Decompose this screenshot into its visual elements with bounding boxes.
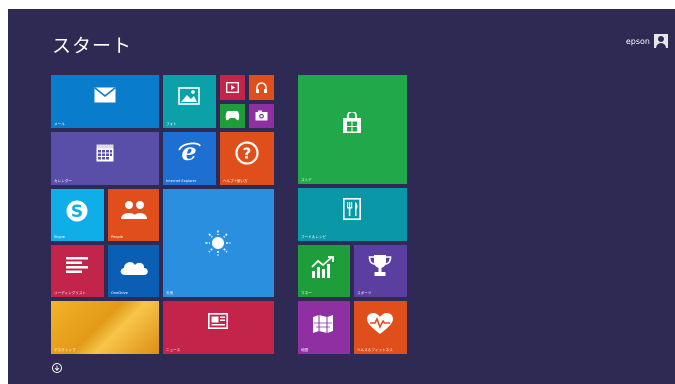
tile-photos[interactable]: フォト bbox=[163, 75, 216, 128]
tile-label: 天気 bbox=[166, 291, 174, 295]
tile-onedrive[interactable]: OneDrive bbox=[108, 245, 159, 297]
tile-label: フード＆レシピ bbox=[301, 235, 327, 239]
start-screen: スタート epson メール フォト カレンダー e Internet Expl… bbox=[8, 9, 675, 384]
tile-desktop[interactable]: デスクトップ bbox=[51, 301, 159, 354]
skype-icon: S bbox=[65, 199, 89, 223]
tile-label: フォト bbox=[166, 122, 177, 126]
tile-label: マネー bbox=[301, 291, 312, 295]
tile-internet-explorer[interactable]: e Internet Explorer bbox=[163, 132, 216, 185]
people-icon bbox=[120, 200, 148, 220]
tile-maps[interactable]: 地図 bbox=[298, 301, 350, 354]
tile-label: カレンダー bbox=[54, 179, 72, 183]
tile-games[interactable] bbox=[220, 104, 245, 128]
food-icon bbox=[343, 198, 361, 220]
svg-text:S: S bbox=[71, 202, 83, 222]
map-icon bbox=[312, 314, 334, 334]
tile-label: ストア bbox=[301, 178, 312, 182]
camera-icon bbox=[255, 110, 268, 121]
tile-finance[interactable]: マネー bbox=[298, 245, 350, 297]
tile-reading-list[interactable]: リーディングリスト bbox=[51, 245, 104, 297]
store-icon bbox=[342, 112, 362, 134]
tile-label: People bbox=[111, 235, 123, 239]
cloud-icon bbox=[119, 258, 149, 276]
tile-news[interactable]: ニュース bbox=[163, 301, 274, 354]
tile-video[interactable] bbox=[220, 75, 245, 100]
tile-label: メール bbox=[54, 122, 65, 126]
tile-health[interactable]: ヘルス＆フィットネス bbox=[354, 301, 407, 354]
tile-label: Skype bbox=[54, 235, 65, 239]
mail-icon bbox=[94, 87, 116, 103]
tile-label: ヘルプ+使い方 bbox=[223, 179, 248, 183]
tile-label: OneDrive bbox=[111, 291, 128, 295]
tile-label: デスクトップ bbox=[54, 348, 76, 352]
tile-help[interactable]: ? ヘルプ+使い方 bbox=[220, 132, 274, 185]
avatar-icon bbox=[654, 34, 668, 48]
video-icon bbox=[226, 82, 239, 93]
svg-text:?: ? bbox=[243, 145, 252, 163]
tile-sports[interactable]: スポーツ bbox=[354, 245, 407, 297]
tile-weather[interactable]: 天気 bbox=[163, 189, 274, 297]
reading-list-icon bbox=[66, 257, 88, 274]
trophy-icon bbox=[368, 254, 392, 278]
help-icon: ? bbox=[235, 141, 259, 165]
user-account[interactable]: epson bbox=[626, 33, 668, 49]
tile-label: リーディングリスト bbox=[54, 291, 87, 295]
tile-label: 地図 bbox=[301, 348, 309, 352]
heart-icon bbox=[367, 313, 393, 335]
gamepad-icon bbox=[225, 110, 240, 121]
tile-label: Internet Explorer bbox=[166, 179, 197, 183]
headphones-icon bbox=[255, 81, 268, 94]
user-name: epson bbox=[625, 36, 650, 46]
tile-calendar[interactable]: カレンダー bbox=[51, 132, 159, 185]
tile-label: ニュース bbox=[166, 348, 181, 352]
finance-icon bbox=[311, 256, 335, 278]
sun-icon bbox=[205, 230, 231, 256]
tile-store[interactable]: ストア bbox=[298, 75, 407, 184]
tile-skype[interactable]: S Skype bbox=[51, 189, 104, 241]
tile-people[interactable]: People bbox=[108, 189, 159, 241]
page-title: スタート bbox=[52, 35, 133, 57]
internet-explorer-icon: e bbox=[177, 140, 201, 164]
tile-camera[interactable] bbox=[249, 104, 274, 128]
tile-music[interactable] bbox=[249, 75, 274, 100]
tile-food[interactable]: フード＆レシピ bbox=[298, 188, 407, 241]
tile-label: ヘルス＆フィットネス bbox=[357, 348, 393, 352]
news-icon bbox=[208, 313, 228, 329]
tile-mail[interactable]: メール bbox=[51, 75, 159, 128]
photo-icon bbox=[178, 87, 200, 105]
tile-label: スポーツ bbox=[357, 291, 372, 295]
arrow-down-circle-icon[interactable] bbox=[52, 363, 62, 373]
calendar-icon bbox=[96, 144, 114, 162]
